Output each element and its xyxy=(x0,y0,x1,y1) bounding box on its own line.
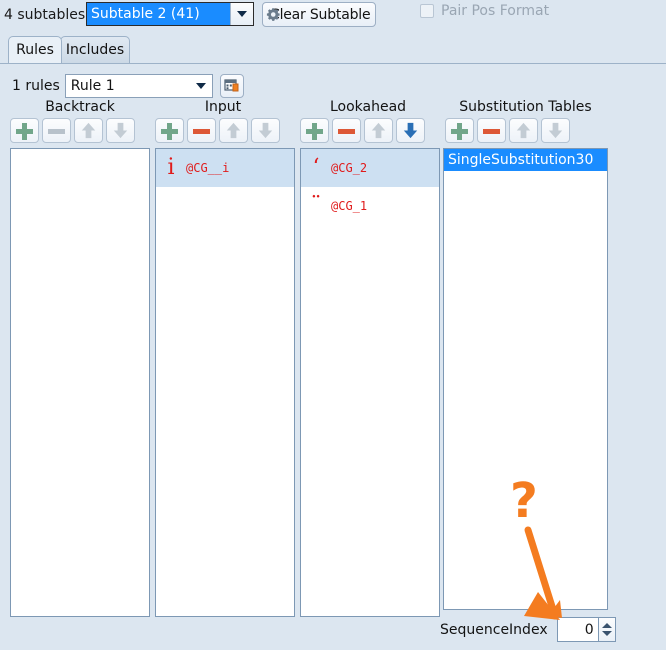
backtrack-list[interactable] xyxy=(10,148,150,617)
move-lookahead-up-button[interactable] xyxy=(364,118,393,143)
list-item[interactable]: SingleSubstitution30 xyxy=(444,149,607,171)
substitution-tables-column-title: Substitution Tables xyxy=(459,99,592,115)
stepper-up-icon[interactable] xyxy=(601,623,612,628)
rules-selector-row: 1 rules Rule 1 xyxy=(12,74,244,98)
move-substitution-down-button[interactable] xyxy=(541,118,570,143)
sequence-index-field: SequenceIndex 0 xyxy=(440,617,616,642)
rules-count-label: 1 rules xyxy=(12,78,60,94)
list-item[interactable]: i @CG__i xyxy=(156,149,294,187)
table-properties-icon xyxy=(224,79,239,92)
backtrack-column-title: Backtrack xyxy=(45,99,115,115)
add-substitution-button[interactable] xyxy=(445,118,474,143)
rule-select-arrow[interactable] xyxy=(190,83,212,89)
pair-pos-format-checkbox[interactable]: Pair Pos Format xyxy=(420,3,549,19)
subtables-count-label: 4 subtables xyxy=(4,7,86,23)
rule-select[interactable]: Rule 1 xyxy=(64,74,213,98)
arrow-up-icon xyxy=(81,122,96,139)
lookahead-column-title: Lookahead xyxy=(329,99,407,115)
glyph-preview: ¨ xyxy=(310,193,322,218)
subtable-select-value: Subtable 2 (41) xyxy=(87,3,230,25)
move-backtrack-up-button[interactable] xyxy=(74,118,103,143)
input-button-row xyxy=(155,118,280,143)
stepper-down-icon[interactable] xyxy=(601,631,612,636)
sequence-index-value: 0 xyxy=(584,621,594,638)
input-column-title: Input xyxy=(204,99,242,115)
clear-subtable-button[interactable]: Clear Subtable xyxy=(262,2,376,27)
add-lookahead-button[interactable] xyxy=(300,118,329,143)
class-name-label: @CG_1 xyxy=(331,199,368,213)
glyph-preview: ʻ xyxy=(312,155,320,180)
clear-subtable-label: Clear Subtable xyxy=(270,6,371,23)
arrow-down-icon xyxy=(258,122,273,139)
arrow-down-icon xyxy=(403,122,418,139)
move-backtrack-down-button[interactable] xyxy=(106,118,135,143)
chevron-down-icon xyxy=(195,83,206,89)
sequence-index-stepper[interactable] xyxy=(598,617,616,642)
glyph-preview: i xyxy=(167,155,175,180)
tab-rules-label: Rules xyxy=(16,42,54,58)
tab-includes-label: Includes xyxy=(65,42,125,58)
substitution-table-label: SingleSubstitution30 xyxy=(448,152,594,168)
sequence-index-label: SequenceIndex xyxy=(440,621,548,638)
move-substitution-up-button[interactable] xyxy=(509,118,538,143)
subtable-select[interactable]: Subtable 2 (41) xyxy=(86,2,254,26)
subtable-select-arrow[interactable] xyxy=(230,3,253,25)
pair-pos-format-label: Pair Pos Format xyxy=(441,3,550,19)
gear-icon xyxy=(266,8,280,21)
lookahead-button-row xyxy=(300,118,425,143)
add-backtrack-button[interactable] xyxy=(10,118,39,143)
move-lookahead-down-button[interactable] xyxy=(396,118,425,143)
lookahead-list[interactable]: ʻ @CG_2 ¨ @CG_1 xyxy=(300,148,440,617)
remove-backtrack-button[interactable] xyxy=(42,118,71,143)
remove-substitution-button[interactable] xyxy=(477,118,506,143)
class-name-label: @CG_2 xyxy=(331,161,368,175)
move-input-down-button[interactable] xyxy=(251,118,280,143)
move-input-up-button[interactable] xyxy=(219,118,248,143)
rule-properties-button[interactable] xyxy=(219,74,244,98)
chevron-down-icon xyxy=(237,11,247,17)
tab-includes[interactable]: Includes xyxy=(60,36,130,63)
top-toolbar: 4 subtables Subtable 2 (41) Clear Subtab… xyxy=(0,0,666,30)
sequence-index-input[interactable]: 0 xyxy=(556,617,599,642)
remove-lookahead-button[interactable] xyxy=(332,118,361,143)
arrow-down-icon xyxy=(113,122,128,139)
list-item[interactable]: ¨ @CG_1 xyxy=(301,187,439,225)
arrow-up-icon xyxy=(371,122,386,139)
substitution-tables-button-row xyxy=(445,118,570,143)
tab-rules[interactable]: Rules xyxy=(8,36,62,63)
rule-select-value: Rule 1 xyxy=(70,78,115,94)
add-input-button[interactable] xyxy=(155,118,184,143)
remove-input-button[interactable] xyxy=(187,118,216,143)
arrow-down-icon xyxy=(548,122,563,139)
tab-bar: Rules Includes xyxy=(0,36,666,64)
checkbox-box-icon xyxy=(420,4,434,18)
backtrack-button-row xyxy=(10,118,135,143)
class-name-label: @CG__i xyxy=(186,161,230,175)
annotation-question-mark: ? xyxy=(510,473,538,529)
input-list[interactable]: i @CG__i xyxy=(155,148,295,617)
list-item[interactable]: ʻ @CG_2 xyxy=(301,149,439,187)
arrow-up-icon xyxy=(516,122,531,139)
rules-panel: 1 rules Rule 1 Backtrack Input i @CG__i … xyxy=(0,64,666,650)
substitution-tables-list[interactable]: SingleSubstitution30 xyxy=(443,148,608,610)
arrow-up-icon xyxy=(226,122,241,139)
